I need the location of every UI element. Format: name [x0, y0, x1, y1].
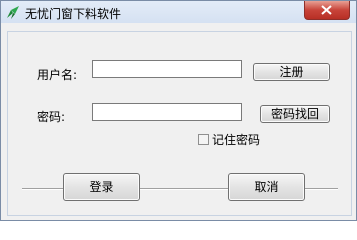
password-input[interactable]	[92, 103, 242, 121]
client-area: 用户名: 注册 密码: 密码找回 记住密码 登录 取消	[7, 31, 352, 216]
cancel-button[interactable]: 取消	[228, 173, 305, 201]
username-input[interactable]	[92, 60, 242, 78]
remember-password-checkbox[interactable]: 记住密码	[198, 131, 260, 148]
close-button[interactable]	[304, 1, 350, 20]
register-button[interactable]: 注册	[253, 63, 330, 81]
login-button[interactable]: 登录	[63, 173, 140, 201]
app-logo-icon	[5, 4, 21, 20]
recover-password-button[interactable]: 密码找回	[260, 105, 330, 123]
login-dialog: 无忧门窗下料软件 用户名: 注册 密码: 密码找回 记住密码 登录 取消	[0, 0, 357, 221]
checkbox-icon[interactable]	[198, 134, 209, 145]
remember-password-label: 记住密码	[212, 133, 261, 147]
username-label: 用户名:	[37, 68, 78, 82]
title-bar[interactable]: 无忧门窗下料软件	[1, 1, 356, 23]
password-label: 密码:	[37, 110, 66, 124]
close-icon	[321, 5, 332, 15]
window-title: 无忧门窗下料软件	[25, 7, 122, 21]
